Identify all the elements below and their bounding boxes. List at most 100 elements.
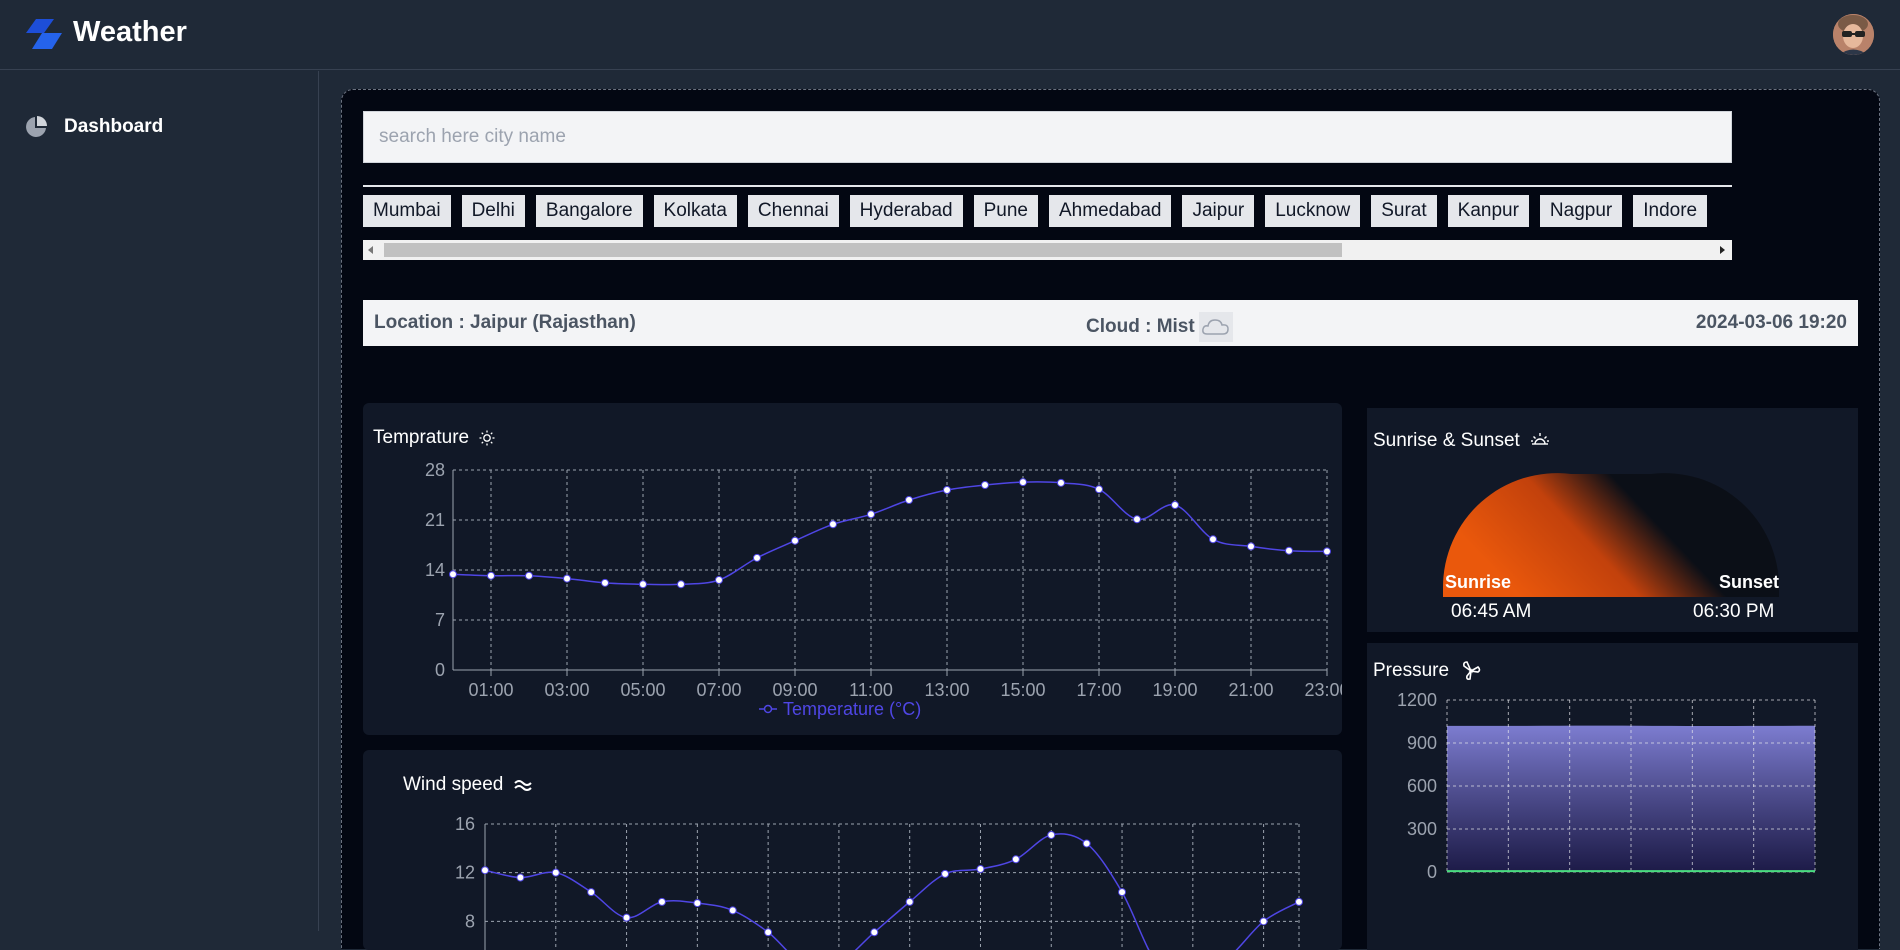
data-point: [678, 581, 685, 588]
data-point: [1286, 547, 1293, 554]
y-tick-label: 21: [425, 510, 445, 530]
data-point: [1012, 856, 1019, 863]
city-chip[interactable]: Lucknow: [1265, 195, 1360, 227]
x-tick-label: 07:00: [696, 680, 741, 700]
temperature-chart: 0714212801:0003:0005:0007:0009:0011:0013…: [363, 403, 1342, 735]
wind-card: Wind speed 81216: [363, 750, 1342, 950]
legend-label: Temperature (°C): [783, 699, 921, 719]
weather-info-bar: Location : Jaipur (Rajasthan) Cloud : Mi…: [363, 300, 1858, 346]
city-chip[interactable]: Nagpur: [1540, 195, 1622, 227]
data-point: [906, 497, 913, 504]
sidebar-item-dashboard[interactable]: Dashboard: [24, 111, 163, 143]
city-chip[interactable]: Kolkata: [654, 195, 737, 227]
data-point: [450, 571, 457, 578]
city-chip[interactable]: Pune: [974, 195, 1038, 227]
data-point: [1048, 831, 1055, 838]
data-point: [1058, 479, 1065, 486]
data-point: [830, 521, 837, 528]
x-tick-label: 13:00: [924, 680, 969, 700]
city-chip-list: Mumbai Delhi Bangalore Kolkata Chennai Hydera…: [363, 195, 1732, 229]
data-point: [1096, 486, 1103, 493]
location-text: Location : Jaipur (Rajasthan): [374, 312, 636, 334]
cloud-icon: [1199, 312, 1233, 342]
sidebar-item-label: Dashboard: [64, 116, 163, 138]
horizontal-scrollbar[interactable]: [363, 240, 1732, 260]
cloud-text: Cloud : Mist: [1086, 316, 1195, 338]
x-tick-label: 19:00: [1152, 680, 1197, 700]
city-chip[interactable]: Chennai: [748, 195, 839, 227]
x-tick-label: 05:00: [620, 680, 665, 700]
data-point: [1248, 543, 1255, 550]
x-tick-label: 03:00: [544, 680, 589, 700]
scrollbar-thumb[interactable]: [384, 243, 1342, 257]
data-point: [729, 907, 736, 914]
y-tick-label: 0: [435, 660, 445, 680]
legend: Temperature (°C): [759, 699, 921, 719]
data-point: [868, 511, 875, 518]
wind-speed-chart: 81216: [363, 750, 1342, 950]
y-tick-label: 1200: [1397, 690, 1437, 710]
y-tick-label: 900: [1407, 733, 1437, 753]
x-tick-label: 01:00: [468, 680, 513, 700]
data-point: [517, 874, 524, 881]
temperature-line: [453, 482, 1327, 585]
scroll-right-icon[interactable]: [1720, 246, 1725, 254]
city-chip[interactable]: Indore: [1633, 195, 1707, 227]
data-point: [552, 869, 559, 876]
avatar[interactable]: [1833, 14, 1874, 55]
data-point: [982, 482, 989, 489]
data-point: [1296, 898, 1303, 905]
wind-line: [485, 834, 1299, 950]
app-title[interactable]: Weather: [73, 16, 187, 49]
data-point: [1210, 536, 1217, 543]
data-point: [1324, 548, 1331, 555]
logo-icon[interactable]: [24, 19, 64, 51]
top-bar: Weather: [0, 0, 1900, 70]
data-point: [602, 579, 609, 586]
data-point: [1119, 889, 1126, 896]
data-point: [942, 870, 949, 877]
sunset-label: Sunset: [1719, 572, 1779, 593]
data-point: [482, 867, 489, 874]
sidebar: Dashboard: [0, 71, 319, 931]
city-chip[interactable]: Ahmedabad: [1049, 195, 1171, 227]
pressure-chart: 03006009001200: [1367, 643, 1858, 950]
data-point: [564, 575, 571, 582]
sunset-time: 06:30 PM: [1693, 601, 1774, 623]
data-point: [871, 929, 878, 936]
city-chip[interactable]: Mumbai: [363, 195, 451, 227]
pressure-card: Pressure 03006009001200: [1367, 643, 1858, 950]
data-point: [694, 900, 701, 907]
search-input[interactable]: [363, 111, 1732, 163]
sunrise-sunset-card: Sunrise & Sunset: [1367, 408, 1858, 632]
x-tick-label: 23:00: [1304, 680, 1342, 700]
data-point: [1020, 479, 1027, 486]
data-point: [1083, 840, 1090, 847]
city-chip[interactable]: Kanpur: [1448, 195, 1529, 227]
city-chip[interactable]: Surat: [1371, 195, 1436, 227]
sunrise-time: 06:45 AM: [1451, 601, 1531, 623]
data-point: [1260, 918, 1267, 925]
y-tick-label: 300: [1407, 819, 1437, 839]
city-chip[interactable]: Hyderabad: [850, 195, 963, 227]
y-tick-label: 28: [425, 460, 445, 480]
city-chip[interactable]: Delhi: [462, 195, 525, 227]
scroll-left-icon[interactable]: [368, 246, 373, 254]
sun-arc: [1367, 408, 1858, 632]
data-point: [640, 581, 647, 588]
city-chip[interactable]: Jaipur: [1182, 195, 1254, 227]
data-point: [792, 537, 799, 544]
y-tick-label: 14: [425, 560, 445, 580]
y-tick-label: 0: [1427, 862, 1437, 882]
y-tick-label: 7: [435, 610, 445, 630]
city-chip[interactable]: Bangalore: [536, 195, 643, 227]
data-point: [488, 572, 495, 579]
main-content: Mumbai Delhi Bangalore Kolkata Chennai Hydera…: [320, 71, 1900, 931]
data-point: [944, 487, 951, 494]
data-point: [977, 866, 984, 873]
divider: [363, 185, 1732, 187]
data-point: [716, 577, 723, 584]
data-point: [623, 914, 630, 921]
data-point: [1172, 502, 1179, 509]
data-point: [906, 898, 913, 905]
